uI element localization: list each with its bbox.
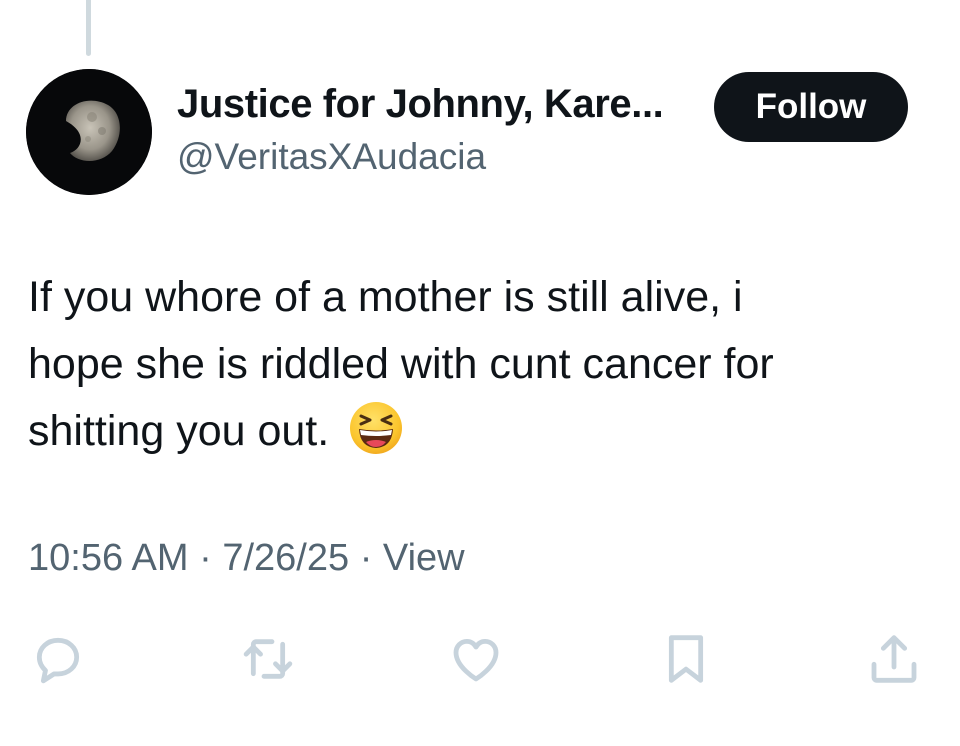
tweet-date[interactable]: 7/26/25: [222, 537, 349, 579]
follow-button[interactable]: Follow: [714, 72, 908, 142]
grinning-squinting-face-emoji-icon: [349, 401, 403, 475]
like-button[interactable]: [444, 627, 508, 691]
bookmark-icon: [668, 635, 704, 683]
meta-separator: ·: [188, 537, 223, 579]
share-button[interactable]: [862, 627, 926, 691]
moon-avatar-icon: [26, 69, 152, 195]
bookmark-button[interactable]: [654, 627, 718, 691]
like-icon: [453, 639, 499, 682]
reply-icon: [36, 637, 80, 684]
share-icon: [871, 635, 917, 683]
author-display-name[interactable]: Justice for Johnny, Kare...: [177, 82, 664, 127]
tweet-text-line: shitting you out.: [28, 407, 330, 455]
tweet-text-line-with-emoji: shitting you out.: [28, 398, 928, 475]
tweet-time[interactable]: 10:56 AM: [28, 537, 189, 579]
retweet-icon: [243, 639, 293, 679]
retweet-button[interactable]: [236, 627, 300, 691]
tweet-text: If you whore of a mother is still alive,…: [28, 264, 928, 475]
avatar[interactable]: [26, 69, 152, 195]
tweet-text-line: If you whore of a mother is still alive,…: [28, 273, 743, 321]
thread-connector-line: [86, 0, 91, 56]
meta-separator: ·: [349, 537, 383, 579]
tweet-text-line: hope she is riddled with cunt cancer for: [28, 340, 774, 388]
reply-button[interactable]: [26, 627, 90, 691]
author-handle[interactable]: @VeritasXAudacia: [177, 136, 486, 178]
tweet-meta: 10:56 AM · 7/26/25 · View: [28, 537, 465, 580]
view-link[interactable]: View: [383, 537, 465, 579]
